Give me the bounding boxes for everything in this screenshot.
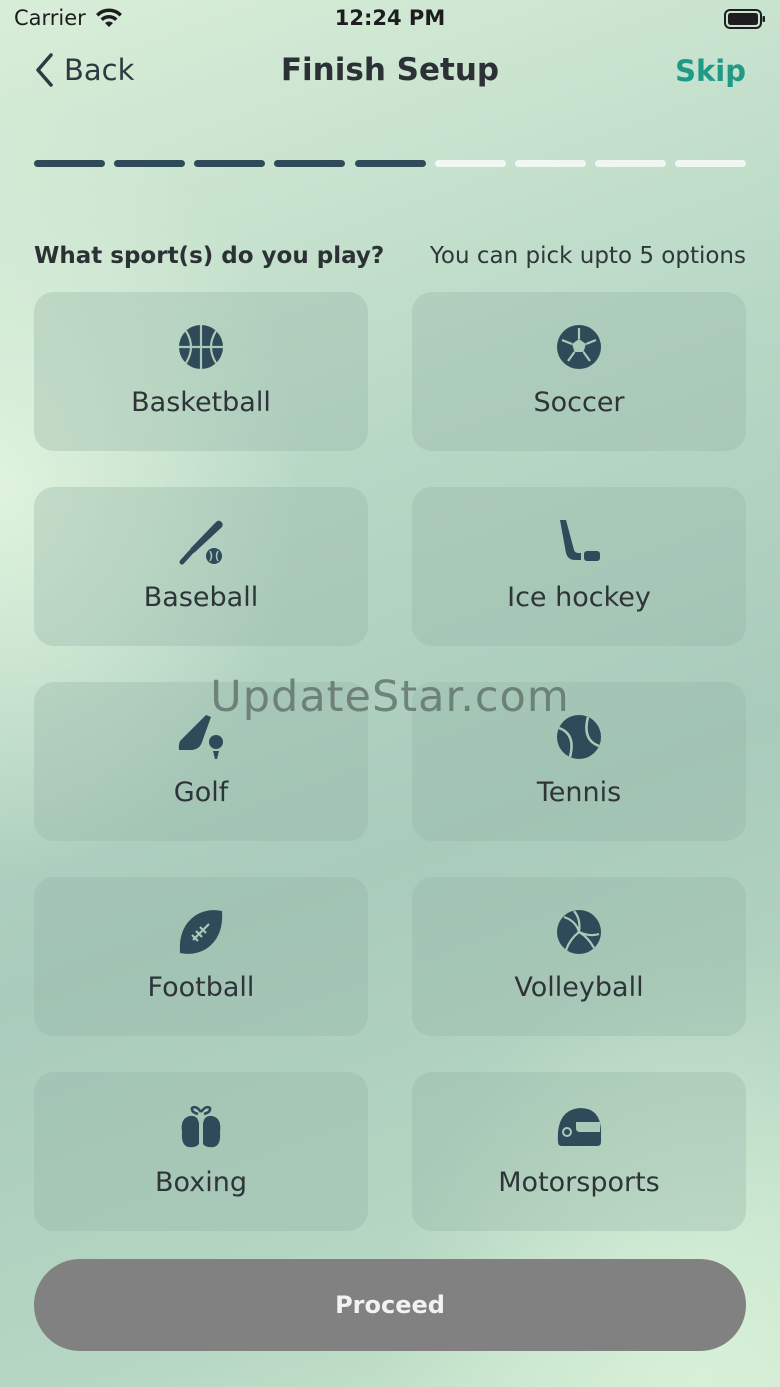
sport-card-basketball[interactable]: Basketball (34, 292, 368, 451)
soccer-ball-icon (557, 325, 601, 369)
status-bar: Carrier 12:24 PM (0, 0, 780, 40)
sport-card-football[interactable]: Football (34, 877, 368, 1036)
sport-label: Golf (173, 777, 229, 808)
racing-helmet-icon (557, 1108, 601, 1146)
sport-card-golf[interactable]: Golf (34, 682, 368, 841)
question-text: What sport(s) do you play? (34, 243, 385, 269)
volleyball-icon (557, 910, 601, 954)
sport-label: Baseball (143, 582, 259, 613)
baseball-icon (179, 520, 223, 565)
sport-card-tennis[interactable]: Tennis (412, 682, 746, 841)
sport-card-boxing[interactable]: Boxing (34, 1072, 368, 1231)
sport-label: Motorsports (498, 1167, 660, 1198)
sport-label: Football (147, 972, 255, 1003)
progress-step-pending (594, 160, 666, 167)
progress-step-pending (434, 160, 506, 167)
proceed-button[interactable]: Proceed (34, 1259, 746, 1351)
football-icon (179, 910, 223, 954)
status-time: 12:24 PM (334, 6, 446, 30)
page-title: Finish Setup (280, 52, 500, 88)
sport-label: Tennis (536, 777, 622, 808)
progress-step-pending (514, 160, 586, 167)
progress-step-complete (354, 160, 426, 167)
hockey-stick-icon (560, 520, 600, 561)
question-row: What sport(s) do you play? You can pick … (34, 243, 746, 275)
sport-label: Boxing (155, 1167, 247, 1198)
navigation-bar: Back Finish Setup Skip (0, 46, 780, 102)
battery-icon (724, 9, 765, 29)
sport-card-ice-hockey[interactable]: Ice hockey (412, 487, 746, 646)
sport-label: Volleyball (514, 972, 644, 1003)
sport-label: Soccer (533, 387, 625, 418)
sport-label: Ice hockey (507, 582, 651, 613)
progress-step-complete (274, 160, 346, 167)
selection-hint: You can pick upto 5 options (429, 243, 746, 269)
sport-label: Basketball (131, 387, 271, 418)
golf-club-icon (178, 715, 223, 759)
progress-step-complete (114, 160, 186, 167)
setup-progress-bar (34, 160, 746, 168)
basketball-icon (179, 325, 223, 369)
sport-card-soccer[interactable]: Soccer (412, 292, 746, 451)
sport-card-volleyball[interactable]: Volleyball (412, 877, 746, 1036)
progress-step-complete (194, 160, 266, 167)
sport-card-motorsports[interactable]: Motorsports (412, 1072, 746, 1231)
sport-card-baseball[interactable]: Baseball (34, 487, 368, 646)
boxing-gloves-icon (181, 1105, 221, 1148)
tennis-ball-icon (557, 715, 601, 759)
progress-step-complete (34, 160, 105, 167)
progress-step-pending (675, 160, 746, 167)
skip-button[interactable]: Skip (675, 54, 746, 88)
